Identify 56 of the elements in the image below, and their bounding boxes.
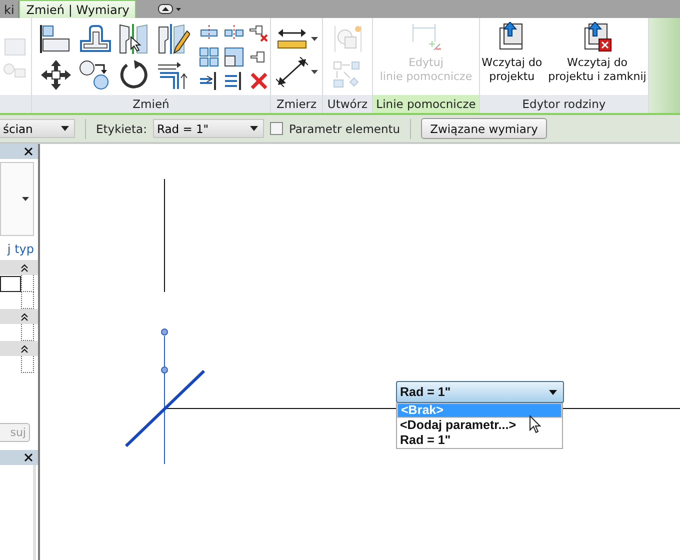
array-icon[interactable] xyxy=(198,46,220,66)
panel-footer xyxy=(0,95,31,113)
type-dropdown[interactable]: ścian xyxy=(0,119,75,138)
property-value xyxy=(21,356,34,373)
close-icon[interactable] xyxy=(24,453,33,462)
caret-icon xyxy=(250,126,258,131)
grip-handle[interactable] xyxy=(161,366,168,374)
move-icon[interactable] xyxy=(38,58,72,90)
dimension-plus-icon xyxy=(410,22,441,52)
section-header[interactable] xyxy=(0,309,38,324)
dropdown-option[interactable]: <Dodaj parametr...> xyxy=(397,418,562,433)
panel-label: Utwórz xyxy=(323,95,372,113)
grip-handle[interactable] xyxy=(161,328,168,336)
offset-icon[interactable] xyxy=(78,22,112,54)
scale-icon[interactable] xyxy=(222,46,244,66)
ribbon-tab[interactable]: Zmień | Wymiary xyxy=(19,0,136,18)
property-value xyxy=(21,275,34,292)
label-dropdown[interactable]: Rad = 1" xyxy=(152,119,264,138)
aligned-dimension-icon[interactable] xyxy=(276,26,308,50)
edit-type-link[interactable]: j typ xyxy=(0,236,38,260)
instance-parameter-checkbox[interactable] xyxy=(270,122,283,135)
caret-icon[interactable] xyxy=(310,36,318,40)
panel-label: Linie pomocnicze xyxy=(373,95,479,113)
caret-icon xyxy=(549,390,557,394)
collapse-icon[interactable] xyxy=(21,264,28,272)
section-header[interactable] xyxy=(0,260,38,275)
collapse-icon[interactable] xyxy=(21,344,28,352)
caret-icon xyxy=(61,126,69,131)
label-caption: Etykieta: xyxy=(96,122,147,136)
property-field[interactable] xyxy=(0,276,21,292)
disabled-component-icon xyxy=(332,24,364,54)
mirror-axis-icon[interactable] xyxy=(116,22,150,54)
load-into-project-button[interactable]: Wczytaj do projektu xyxy=(482,22,542,84)
section-header[interactable] xyxy=(0,341,38,356)
panel-label: Zmień xyxy=(32,95,270,113)
cursor-icon xyxy=(529,415,541,434)
label-select[interactable]: Rad = 1" xyxy=(396,381,564,403)
caret-icon xyxy=(22,197,29,201)
diagonal-dimension-icon[interactable] xyxy=(276,56,308,86)
associated-dimensions-button[interactable]: Związane wymiary xyxy=(421,118,547,139)
unpin-icon[interactable] xyxy=(248,22,270,42)
load-and-close-button[interactable]: Wczytaj do projektu i zamknij xyxy=(548,22,646,84)
checkbox-label: Parametr elementu xyxy=(288,122,400,136)
caret-icon[interactable] xyxy=(310,70,318,74)
panel-label: Edytor rodziny xyxy=(480,95,648,113)
diagonal-line[interactable] xyxy=(124,370,206,448)
close-icon[interactable] xyxy=(24,147,33,156)
panel-label: Zmierz xyxy=(271,95,322,113)
copy-icon[interactable] xyxy=(78,58,112,90)
align-icon[interactable] xyxy=(38,22,72,54)
selected-reference-line[interactable] xyxy=(164,336,165,464)
dropdown-option[interactable]: Rad = 1" xyxy=(397,433,562,448)
upload-close-icon xyxy=(582,22,612,52)
mirror-draw-icon[interactable] xyxy=(156,22,190,54)
collapse-icon[interactable] xyxy=(21,312,28,320)
panel-toggle-icon[interactable] xyxy=(158,3,182,15)
